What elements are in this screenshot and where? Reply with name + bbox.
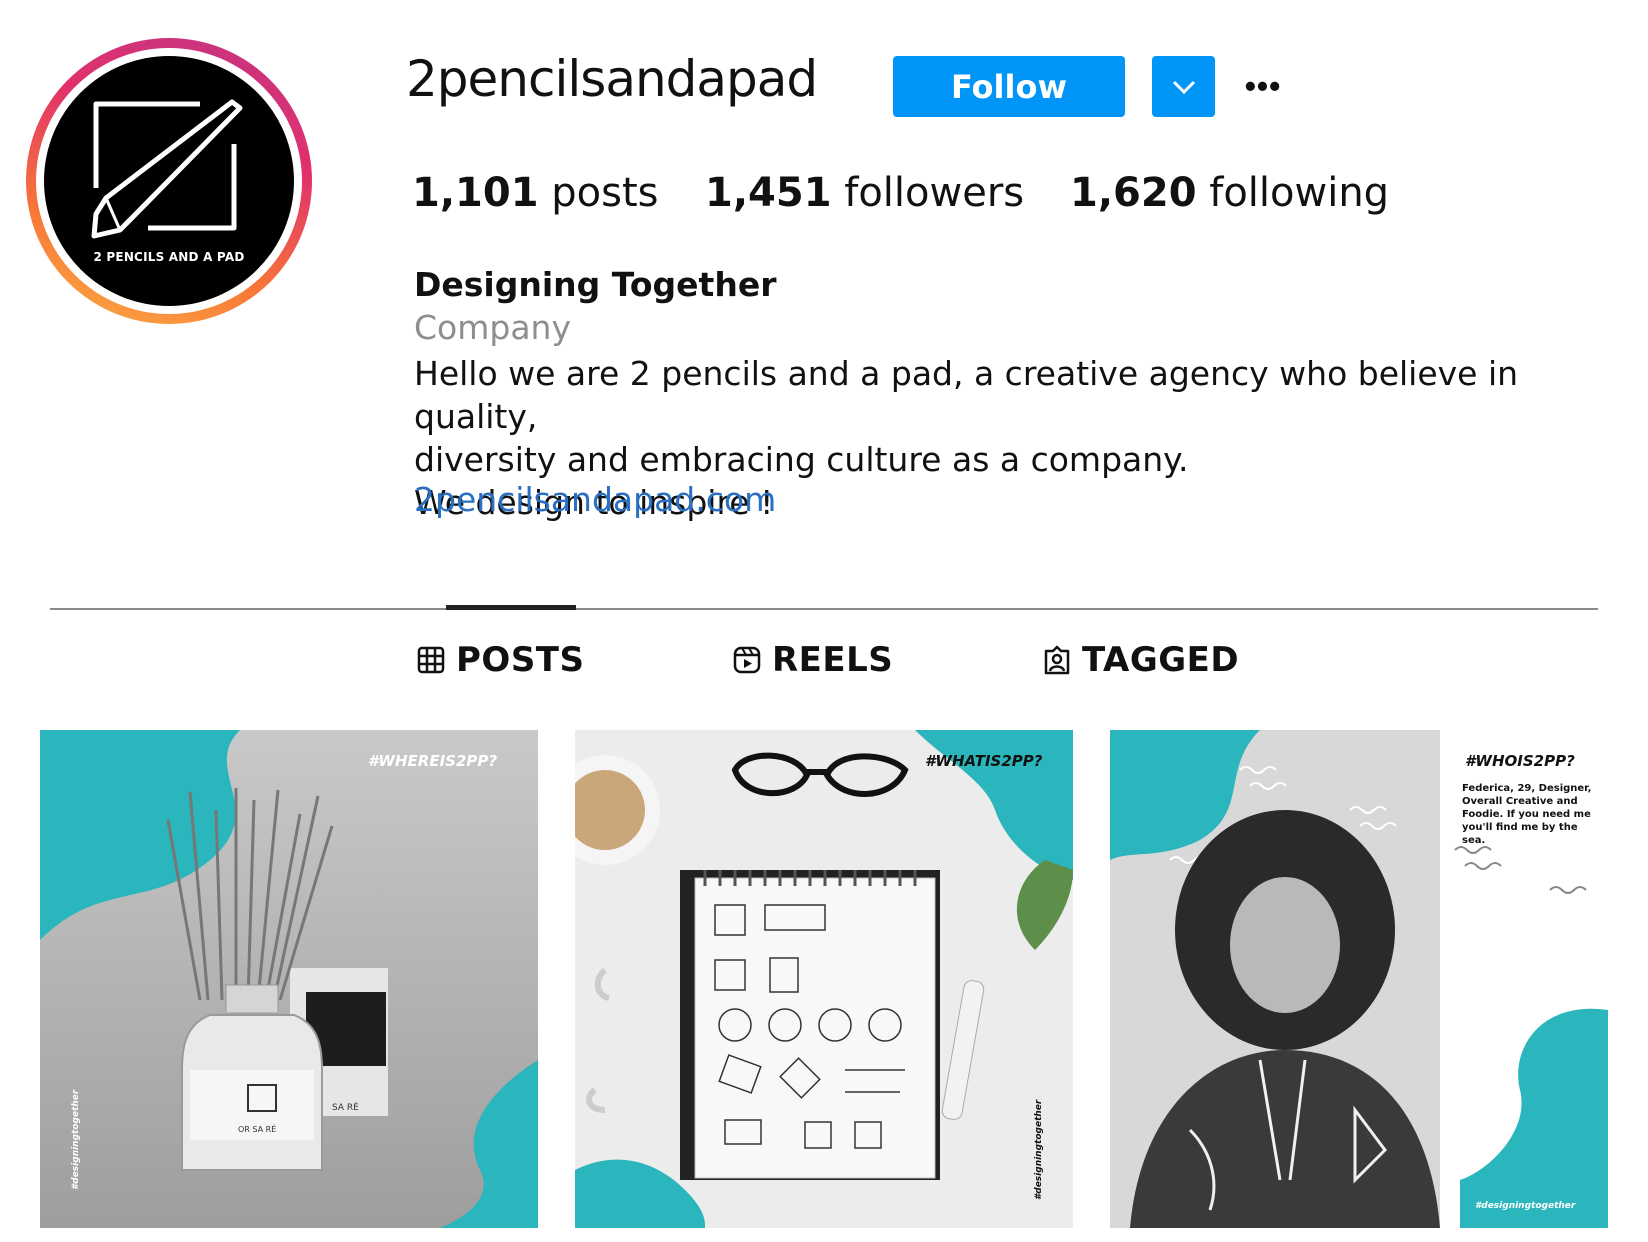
bio-line: Hello we are 2 pencils and a pad, a crea… <box>414 354 1519 436</box>
more-options-button[interactable]: ••• <box>1238 66 1288 106</box>
posts-count: 1,101 posts <box>412 170 658 216</box>
profile-username: 2pencilsandapad <box>406 50 818 108</box>
post-side-tag: #designingtogether <box>71 1089 81 1190</box>
tagged-icon <box>1044 645 1070 675</box>
chevron-down-icon <box>1172 80 1195 94</box>
suggested-accounts-button[interactable] <box>1152 56 1215 117</box>
following-count-label: following <box>1209 170 1390 216</box>
active-tab-indicator <box>446 605 576 610</box>
tab-label: REELS <box>772 640 894 680</box>
post-thumbnail[interactable]: #WHEREIS2PP? OR SA RÉ SA RÉ #designingto… <box>40 730 538 1228</box>
tab-posts[interactable]: POSTS <box>416 640 585 680</box>
bio-category: Company <box>414 308 571 347</box>
bio-website-link[interactable]: 2pencilsandapad.com <box>414 480 776 519</box>
follow-button[interactable]: Follow <box>893 56 1125 117</box>
brand-logo: 2 PENCILS AND A PAD <box>44 56 294 306</box>
post-hashtag: #WHEREIS2PP? <box>368 752 497 770</box>
notebook-image: #WHATIS2PP? #designingtogether <box>575 730 1073 1228</box>
product-label: OR SA RÉ <box>238 1123 276 1134</box>
bio-name: Designing Together <box>414 265 777 304</box>
box-label: SA RÉ <box>332 1101 359 1113</box>
reels-icon <box>733 646 761 674</box>
following-count-value: 1,620 <box>1070 170 1197 216</box>
bio-line: diversity and embracing culture as a com… <box>414 440 1189 479</box>
post-hashtag: #WHOIS2PP? <box>1465 752 1575 770</box>
followers-count[interactable]: 1,451 followers <box>705 170 1024 216</box>
post-caption: Federica, 29, Designer, Overall Creative… <box>1462 783 1592 846</box>
post-hashtag: #WHATIS2PP? <box>925 752 1043 770</box>
post-thumbnail[interactable]: #WHATIS2PP? #designingtogether <box>575 730 1073 1228</box>
followers-count-label: followers <box>844 170 1025 216</box>
post-side-tag: #designingtogether <box>1475 1201 1576 1211</box>
tab-label: TAGGED <box>1082 640 1240 680</box>
following-count[interactable]: 1,620 following <box>1070 170 1389 216</box>
tab-reels[interactable]: REELS <box>732 640 893 680</box>
followers-count-value: 1,451 <box>705 170 832 216</box>
tab-label: POSTS <box>456 640 585 680</box>
post-thumbnail[interactable]: #WHOIS2PP? #designingtogether Federica, … <box>1110 730 1608 1228</box>
tab-tagged[interactable]: TAGGED <box>1042 640 1239 680</box>
pencil-logo-icon <box>91 99 243 239</box>
posts-count-value: 1,101 <box>412 170 539 216</box>
posts-count-label: posts <box>551 170 659 216</box>
avatar-caption: 2 PENCILS AND A PAD <box>93 250 245 264</box>
post-side-tag: #designingtogether <box>1034 1099 1044 1200</box>
tabs-divider <box>50 608 1598 610</box>
grid-icon <box>417 646 445 674</box>
diffuser-image: #WHEREIS2PP? OR SA RÉ SA RÉ #designingto… <box>40 730 538 1228</box>
